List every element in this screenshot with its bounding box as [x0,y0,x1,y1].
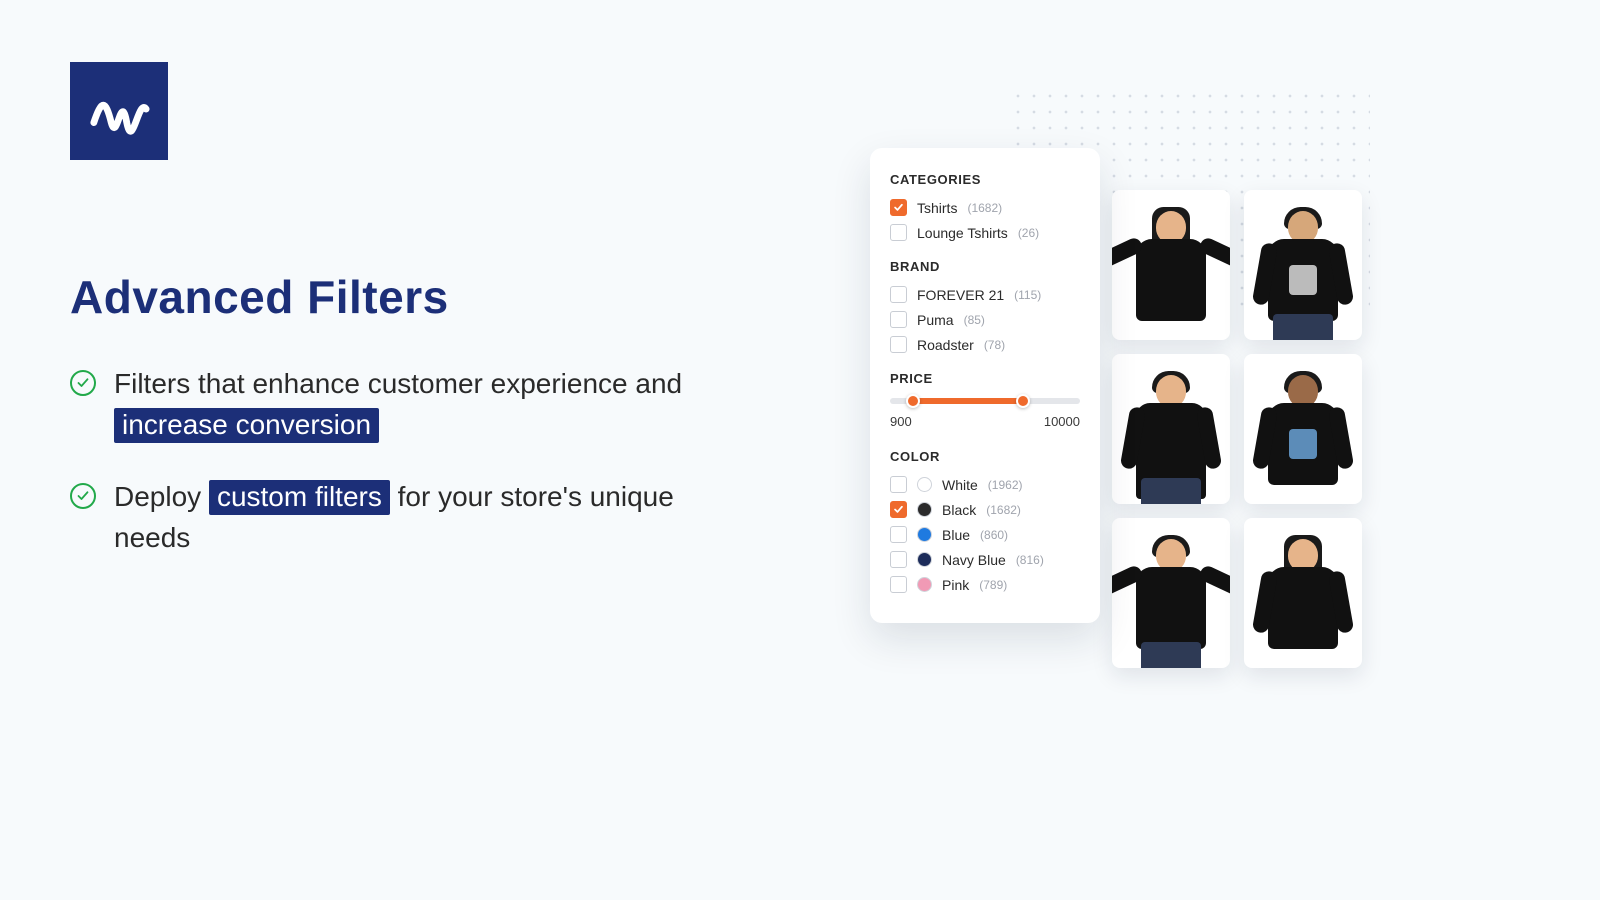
bullet-item: Deploy custom filters for your store's u… [70,477,710,558]
highlight: custom filters [209,480,390,515]
option-count: (1682) [967,201,1002,215]
section-title-categories: CATEGORIES [890,172,1080,187]
option-count: (78) [984,338,1005,352]
option-label: White [942,477,978,493]
price-max: 10000 [1044,414,1080,429]
option-label: Pink [942,577,969,593]
filter-panel: CATEGORIES Tshirts (1682) Lounge Tshirts… [870,148,1100,623]
category-option[interactable]: Tshirts (1682) [890,199,1080,216]
product-card[interactable] [1112,190,1230,340]
checkbox-icon[interactable] [890,501,907,518]
checkbox-icon[interactable] [890,311,907,328]
brand-options: FOREVER 21 (115) Puma (85) Roadster (78) [890,286,1080,353]
bullet-text: Filters that enhance customer experience… [114,364,710,445]
bullet-text: Deploy custom filters for your store's u… [114,477,710,558]
checkbox-icon[interactable] [890,551,907,568]
color-swatch-icon [917,502,932,517]
color-swatch-icon [917,527,932,542]
product-grid [1112,190,1362,668]
option-label: Black [942,502,976,518]
person-icon [1256,209,1350,340]
person-icon [1124,373,1218,504]
check-circle-icon [70,483,96,509]
checkbox-icon[interactable] [890,526,907,543]
categories-options: Tshirts (1682) Lounge Tshirts (26) [890,199,1080,241]
color-option[interactable]: Pink (789) [890,576,1080,593]
option-count: (115) [1014,288,1041,302]
check-circle-icon [70,370,96,396]
color-option[interactable]: Navy Blue (816) [890,551,1080,568]
color-swatch-icon [917,577,932,592]
category-option[interactable]: Lounge Tshirts (26) [890,224,1080,241]
option-count: (85) [964,313,985,327]
option-label: Blue [942,527,970,543]
person-icon [1256,537,1350,668]
person-icon [1124,209,1218,340]
option-label: Navy Blue [942,552,1006,568]
checkbox-icon[interactable] [890,199,907,216]
option-label: Puma [917,312,954,328]
option-count: (1682) [986,503,1021,517]
color-option[interactable]: Blue (860) [890,526,1080,543]
highlight: increase conversion [114,408,379,443]
product-card[interactable] [1112,354,1230,504]
wave-icon [88,80,150,142]
checkbox-icon[interactable] [890,224,907,241]
option-count: (816) [1016,553,1044,567]
bullet-item: Filters that enhance customer experience… [70,364,710,445]
brand-option[interactable]: Roadster (78) [890,336,1080,353]
checkbox-icon[interactable] [890,576,907,593]
product-card[interactable] [1244,518,1362,668]
product-card[interactable] [1112,518,1230,668]
page-title: Advanced Filters [70,270,710,324]
option-label: Tshirts [917,200,957,216]
color-option[interactable]: Black (1682) [890,501,1080,518]
color-option[interactable]: White (1962) [890,476,1080,493]
slider-handle-min[interactable] [906,394,920,408]
checkbox-icon[interactable] [890,476,907,493]
brand-option[interactable]: Puma (85) [890,311,1080,328]
option-count: (26) [1018,226,1039,240]
section-title-price: PRICE [890,371,1080,386]
person-icon [1256,373,1350,504]
option-label: FOREVER 21 [917,287,1004,303]
person-icon [1124,537,1218,668]
price-min: 900 [890,414,912,429]
color-swatch-icon [917,552,932,567]
product-card[interactable] [1244,190,1362,340]
slider-fill [913,398,1023,404]
slider-handle-max[interactable] [1016,394,1030,408]
section-title-brand: BRAND [890,259,1080,274]
option-count: (860) [980,528,1008,542]
product-card[interactable] [1244,354,1362,504]
option-label: Roadster [917,337,974,353]
section-title-color: COLOR [890,449,1080,464]
price-slider[interactable] [890,398,1080,404]
option-count: (1962) [988,478,1023,492]
option-label: Lounge Tshirts [917,225,1008,241]
option-count: (789) [979,578,1007,592]
color-swatch-icon [917,477,932,492]
checkbox-icon[interactable] [890,336,907,353]
brand-logo [70,62,168,160]
checkbox-icon[interactable] [890,286,907,303]
brand-option[interactable]: FOREVER 21 (115) [890,286,1080,303]
